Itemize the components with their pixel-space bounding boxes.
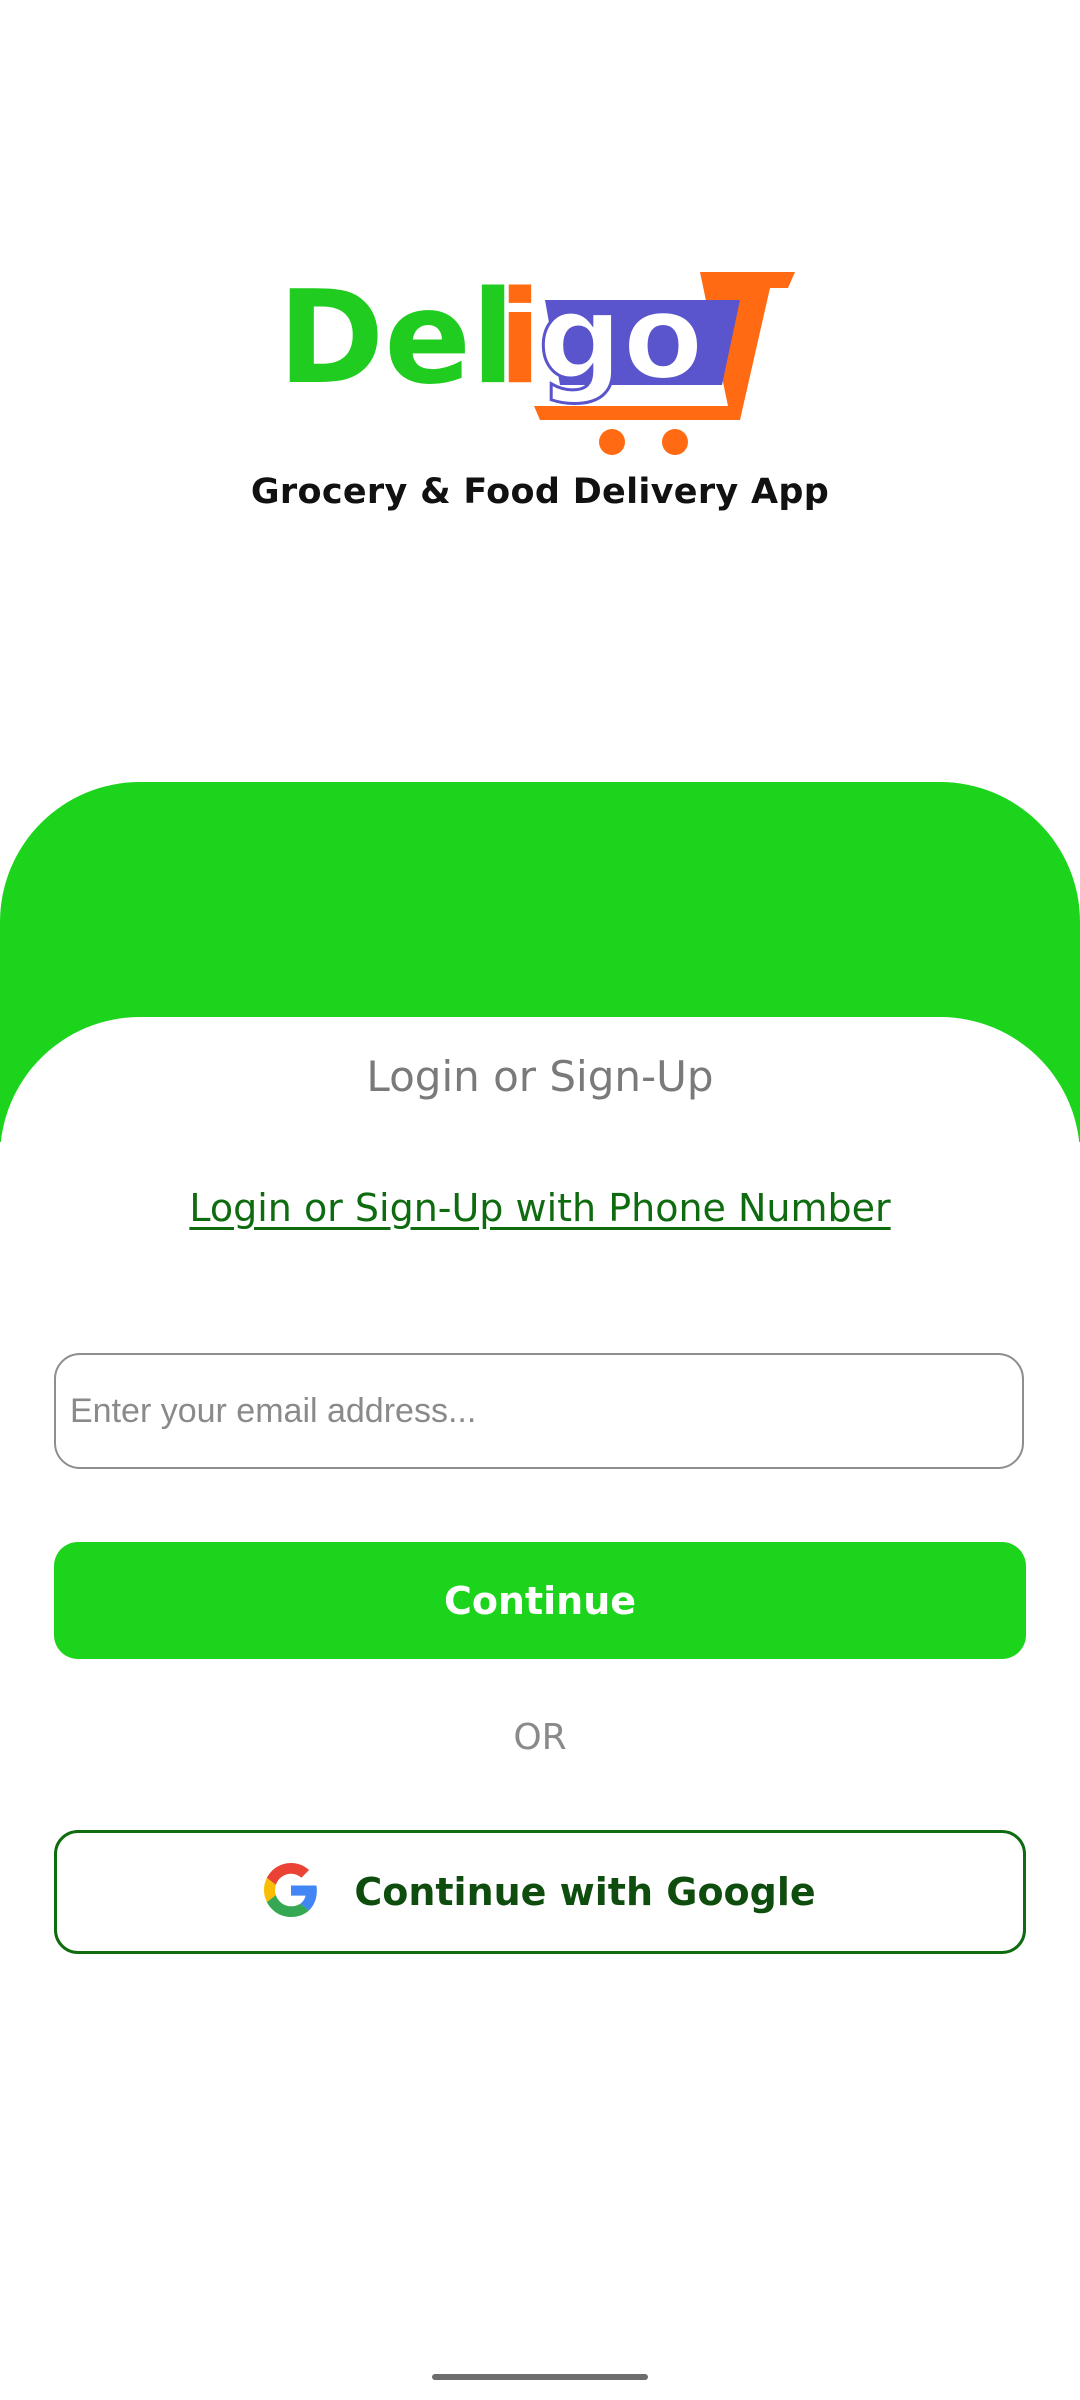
svg-text:go: go	[538, 268, 704, 406]
app-tagline: Grocery & Food Delivery App	[250, 472, 830, 512]
svg-text:Del: Del	[278, 264, 515, 413]
home-indicator[interactable]	[432, 2374, 648, 2380]
or-divider: OR	[513, 1717, 567, 1758]
login-screen: Del i go Grocery & Food Delivery App Log…	[0, 0, 1080, 2400]
phone-login-link[interactable]: Login or Sign-Up with Phone Number	[0, 1186, 1080, 1230]
continue-button[interactable]: Continue	[54, 1542, 1026, 1659]
google-button-label: Continue with Google	[354, 1870, 816, 1914]
google-signin-button[interactable]: Continue with Google	[54, 1830, 1026, 1954]
login-heading: Login or Sign-Up	[366, 1052, 714, 1101]
svg-text:i: i	[498, 264, 542, 413]
email-input[interactable]	[54, 1353, 1024, 1469]
google-icon	[264, 1863, 318, 1921]
